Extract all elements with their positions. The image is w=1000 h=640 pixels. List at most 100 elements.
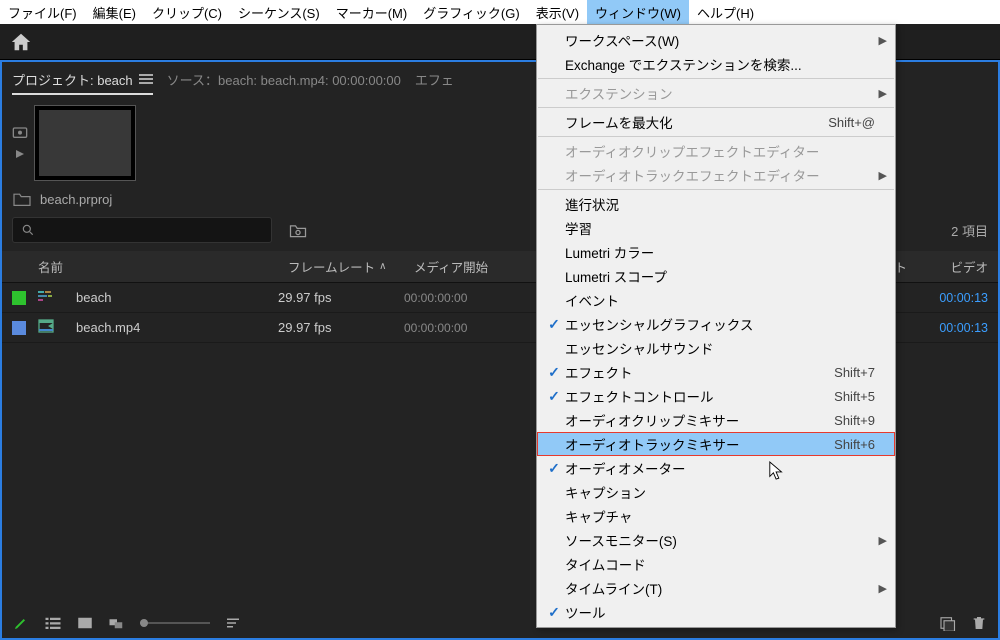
menu-item-label: 学習 bbox=[565, 218, 875, 238]
col-media-start[interactable]: メディア開始 bbox=[414, 257, 530, 276]
freeform-view-icon[interactable] bbox=[108, 615, 126, 631]
item-name: beach.mp4 bbox=[76, 320, 278, 335]
item-count: 2 項目 bbox=[951, 221, 988, 240]
menu-item-label: キャプション bbox=[565, 482, 875, 502]
menu-item[interactable]: キャプチャ bbox=[537, 504, 895, 528]
menu-item[interactable]: Lumetri カラー bbox=[537, 240, 895, 264]
menu-item[interactable]: タイムライン(T) ▶ bbox=[537, 576, 895, 600]
item-name: beach bbox=[76, 290, 278, 305]
menu-item[interactable]: ✓エッセンシャルグラフィックス bbox=[537, 312, 895, 336]
menu-item[interactable]: ソースモニター(S)▶ bbox=[537, 528, 895, 552]
menu-shortcut: Shift+5 bbox=[821, 389, 875, 404]
col-name[interactable]: 名前 bbox=[38, 257, 288, 276]
tab-effects[interactable]: エフェ bbox=[415, 70, 454, 95]
menu-item-label: ワークスペース(W) bbox=[565, 30, 875, 50]
home-icon[interactable] bbox=[10, 31, 32, 53]
menu-item-label: エッセンシャルグラフィックス bbox=[565, 314, 875, 334]
menu-item-label: エッセンシャルサウンド bbox=[565, 338, 875, 358]
menu-help[interactable]: ヘルプ(H) bbox=[689, 0, 762, 25]
color-swatch[interactable] bbox=[12, 321, 26, 335]
menu-item[interactable]: Lumetri スコープ bbox=[537, 264, 895, 288]
poster-frame-icon[interactable] bbox=[12, 125, 28, 139]
menu-item[interactable]: ✓ツール bbox=[537, 600, 895, 624]
menu-item[interactable]: ✓オーディオメーター bbox=[537, 456, 895, 480]
check-icon: ✓ bbox=[548, 604, 560, 621]
item-media-start: 00:00:00:00 bbox=[404, 321, 520, 335]
menu-window[interactable]: ウィンドウ(W) bbox=[587, 0, 689, 25]
clip-icon bbox=[38, 318, 58, 337]
list-view-icon[interactable] bbox=[44, 615, 62, 631]
tab-source[interactable]: ソース：beach: beach.mp4: 00:00:00:00 bbox=[167, 70, 401, 95]
menu-item: オーディオクリップエフェクトエディター bbox=[537, 139, 895, 163]
menu-item[interactable]: 学習 bbox=[537, 216, 895, 240]
menu-graphic[interactable]: グラフィック(G) bbox=[415, 0, 528, 25]
menu-item[interactable]: Exchange でエクステンションを検索... bbox=[537, 52, 895, 76]
sequence-icon bbox=[38, 288, 58, 307]
menu-item-label: タイムライン(T) bbox=[565, 578, 875, 598]
preview-thumbnail[interactable] bbox=[34, 105, 136, 181]
new-item-icon[interactable] bbox=[938, 615, 956, 631]
menu-item[interactable]: エッセンシャルサウンド bbox=[537, 336, 895, 360]
preview-controls bbox=[12, 105, 28, 161]
project-filename: beach.prproj bbox=[40, 192, 112, 207]
menu-item[interactable]: 進行状況 bbox=[537, 192, 895, 216]
icon-view-icon[interactable] bbox=[76, 615, 94, 631]
menu-item[interactable]: オーディオトラックミキサーShift+6 bbox=[537, 432, 895, 456]
menu-separator bbox=[538, 136, 894, 137]
menu-item-label: エクステンション bbox=[565, 83, 875, 103]
menu-item-label: タイムコード bbox=[565, 554, 875, 574]
zoom-slider[interactable] bbox=[140, 622, 210, 624]
menu-file[interactable]: ファイル(F) bbox=[0, 0, 85, 25]
menu-item[interactable]: フレームを最大化Shift+@ bbox=[537, 110, 895, 134]
col-fps[interactable]: フレームレート∧ bbox=[288, 257, 414, 276]
sort-arrow-icon: ∧ bbox=[379, 261, 386, 272]
menu-item-label: イベント bbox=[565, 290, 875, 310]
menu-item[interactable]: オーディオクリップミキサーShift+9 bbox=[537, 408, 895, 432]
sort-icon[interactable] bbox=[224, 615, 242, 631]
menu-clip[interactable]: クリップ(C) bbox=[144, 0, 230, 25]
menu-item: エクステンション ▶ bbox=[537, 81, 895, 105]
tab-project[interactable]: プロジェクト: beach bbox=[12, 70, 153, 95]
menu-marker[interactable]: マーカー(M) bbox=[328, 0, 416, 25]
submenu-arrow-icon: ▶ bbox=[879, 87, 887, 100]
menu-view[interactable]: 表示(V) bbox=[528, 0, 587, 25]
color-swatch[interactable] bbox=[12, 291, 26, 305]
menu-item-label: Lumetri スコープ bbox=[565, 266, 875, 286]
col-frag-2[interactable]: ビデオ bbox=[928, 257, 988, 276]
menu-item-label: キャプチャ bbox=[565, 506, 875, 526]
menu-item-label: オーディオトラックミキサー bbox=[565, 434, 821, 454]
menu-item-label: エフェクトコントロール bbox=[565, 386, 821, 406]
item-video-out: 00:00:13 bbox=[928, 321, 988, 335]
menu-shortcut: Shift+7 bbox=[821, 365, 875, 380]
menu-item-label: フレームを最大化 bbox=[565, 112, 821, 132]
menu-sequence[interactable]: シーケンス(S) bbox=[230, 0, 328, 25]
menu-item[interactable]: イベント bbox=[537, 288, 895, 312]
panel-menu-icon[interactable] bbox=[139, 74, 153, 86]
menu-item-label: 進行状況 bbox=[565, 194, 875, 214]
menu-item-label: ソースモニター(S) bbox=[565, 530, 875, 550]
search-input[interactable] bbox=[12, 217, 272, 243]
check-icon: ✓ bbox=[548, 364, 560, 381]
menu-shortcut: Shift+@ bbox=[821, 115, 875, 130]
menu-item-label: Lumetri カラー bbox=[565, 242, 875, 262]
trash-icon[interactable] bbox=[970, 615, 988, 631]
menu-item[interactable]: ✓エフェクトShift+7 bbox=[537, 360, 895, 384]
item-video-out: 00:00:13 bbox=[928, 291, 988, 305]
submenu-arrow-icon: ▶ bbox=[879, 169, 887, 182]
item-fps: 29.97 fps bbox=[278, 320, 404, 335]
menu-item-label: オーディオメーター bbox=[565, 458, 875, 478]
menu-item-label: オーディオクリップエフェクトエディター bbox=[565, 141, 875, 161]
submenu-arrow-icon: ▶ bbox=[879, 582, 887, 595]
new-bin-icon[interactable] bbox=[288, 221, 308, 239]
check-icon: ✓ bbox=[548, 388, 560, 405]
menu-separator bbox=[538, 107, 894, 108]
menu-item[interactable]: タイムコード bbox=[537, 552, 895, 576]
pencil-icon[interactable] bbox=[12, 615, 30, 631]
menu-edit[interactable]: 編集(E) bbox=[85, 0, 144, 25]
menu-separator bbox=[538, 189, 894, 190]
menu-item[interactable]: ワークスペース(W)▶ bbox=[537, 28, 895, 52]
play-icon[interactable] bbox=[12, 147, 28, 161]
menu-item[interactable]: キャプション bbox=[537, 480, 895, 504]
menu-item-label: オーディオクリップミキサー bbox=[565, 410, 821, 430]
menu-item[interactable]: ✓ エフェクトコントロールShift+5 bbox=[537, 384, 895, 408]
